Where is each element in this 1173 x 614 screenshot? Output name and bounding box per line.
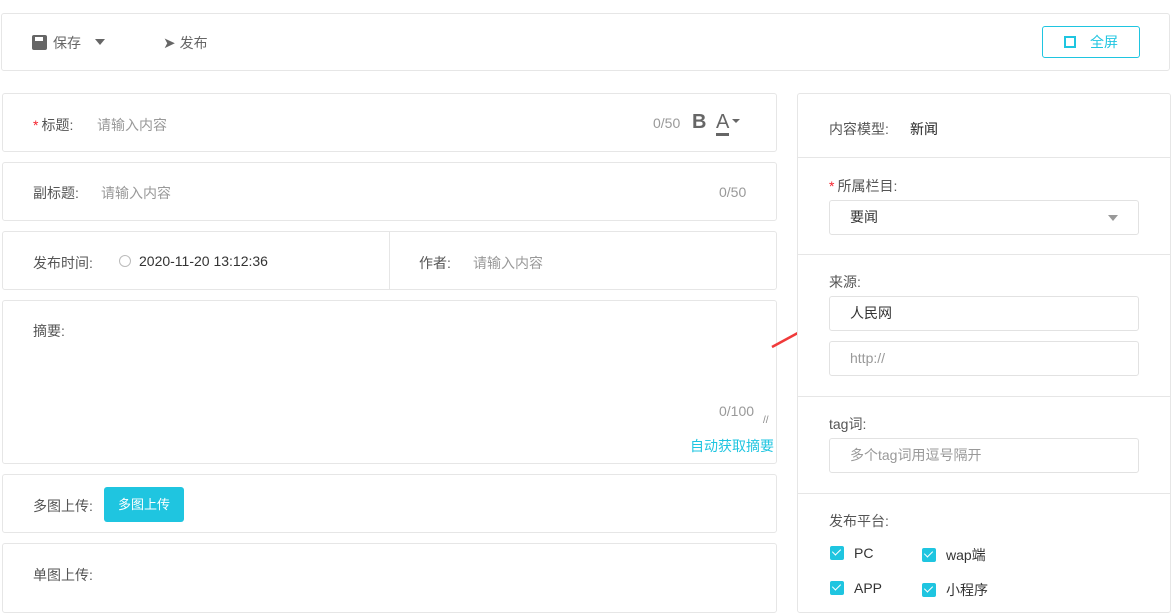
title-label: * 标题: (33, 117, 74, 133)
platform-checkbox-miniprogram[interactable]: 小程序 (922, 580, 988, 600)
source-name-input[interactable]: 人民网 (829, 296, 1139, 331)
paper-plane-icon: ➤ (163, 35, 176, 52)
floppy-disk-icon (32, 35, 47, 50)
checkbox-checked-icon (922, 583, 936, 597)
divider (389, 232, 390, 289)
author-input[interactable]: 请输入内容 (473, 253, 543, 273)
publish-time-label: 发布时间: (33, 255, 93, 271)
checkbox-checked-icon (830, 546, 844, 560)
content-model-section: 内容模型: 新闻 (798, 94, 1170, 158)
column-section: * 所属栏目: 要闻 (798, 158, 1170, 255)
author-label: 作者: (419, 255, 451, 271)
column-label: * 所属栏目: (829, 178, 898, 194)
content-model-value: 新闻 (910, 121, 938, 137)
single-upload-row: 单图上传: (2, 543, 777, 613)
single-upload-label: 单图上传: (33, 567, 93, 583)
auto-summary-link[interactable]: 自动获取摘要 (690, 436, 774, 456)
checkbox-checked-icon (922, 548, 936, 562)
bold-button[interactable]: B (692, 111, 706, 134)
tag-input[interactable]: 多个tag词用逗号隔开 (829, 438, 1139, 473)
platform-label: 发布平台: (829, 513, 889, 529)
title-input[interactable]: 请输入内容 (97, 115, 167, 135)
content-model-label: 内容模型: (829, 121, 889, 137)
multi-upload-row: 多图上传: 多图上传 (2, 474, 777, 533)
subtitle-input[interactable]: 请输入内容 (101, 183, 171, 203)
column-select[interactable]: 要闻 (829, 200, 1139, 235)
source-section: 来源: 人民网 http:// (798, 255, 1170, 397)
summary-textarea[interactable] (93, 311, 775, 429)
summary-row: 摘要: 0/100 // 自动获取摘要 (2, 300, 777, 464)
summary-counter: 0/100 (719, 403, 755, 419)
clock-icon (119, 255, 131, 267)
save-button[interactable]: 保存 (32, 33, 105, 53)
multi-upload-button[interactable]: 多图上传 (104, 487, 184, 522)
platform-checkbox-pc[interactable]: PC (830, 545, 873, 561)
caret-down-icon[interactable] (94, 39, 105, 50)
fullscreen-button[interactable]: 全屏 (1042, 26, 1140, 58)
platform-section: 发布平台: PC wap端 APP 小程序 (798, 494, 1170, 614)
time-author-row: 发布时间: 2020-11-20 13:12:36 作者: 请输入内容 (2, 231, 777, 290)
multi-upload-label: 多图上传: (33, 498, 93, 514)
subtitle-row: 副标题: 请输入内容 0/50 (2, 162, 777, 221)
caret-down-icon (1108, 215, 1118, 226)
platform-checkbox-wap[interactable]: wap端 (922, 545, 986, 565)
checkbox-checked-icon (830, 581, 844, 595)
title-counter: 0/50 (653, 115, 681, 131)
summary-label: 摘要: (33, 323, 65, 339)
source-url-input[interactable]: http:// (829, 341, 1139, 376)
toolbar: 保存 ➤ 发布 全屏 (1, 13, 1170, 71)
subtitle-label: 副标题: (33, 185, 79, 201)
publish-time-picker[interactable]: 2020-11-20 13:12:36 (119, 253, 268, 269)
subtitle-counter: 0/50 (719, 184, 747, 200)
resize-handle-icon[interactable]: // (763, 415, 769, 426)
caret-down-icon (732, 119, 741, 127)
title-row: * 标题: 请输入内容 0/50 B A (2, 93, 777, 152)
properties-panel: 内容模型: 新闻 * 所属栏目: 要闻 来源: 人民网 http:// tag词:… (797, 93, 1171, 613)
fullscreen-icon (1064, 36, 1076, 48)
platform-checkbox-app[interactable]: APP (830, 580, 882, 596)
tag-section: tag词: 多个tag词用逗号隔开 (798, 397, 1170, 494)
source-label: 来源: (829, 274, 861, 290)
font-color-button[interactable]: A (716, 111, 741, 136)
tag-label: tag词: (829, 416, 867, 432)
publish-button[interactable]: ➤ 发布 (163, 33, 208, 53)
